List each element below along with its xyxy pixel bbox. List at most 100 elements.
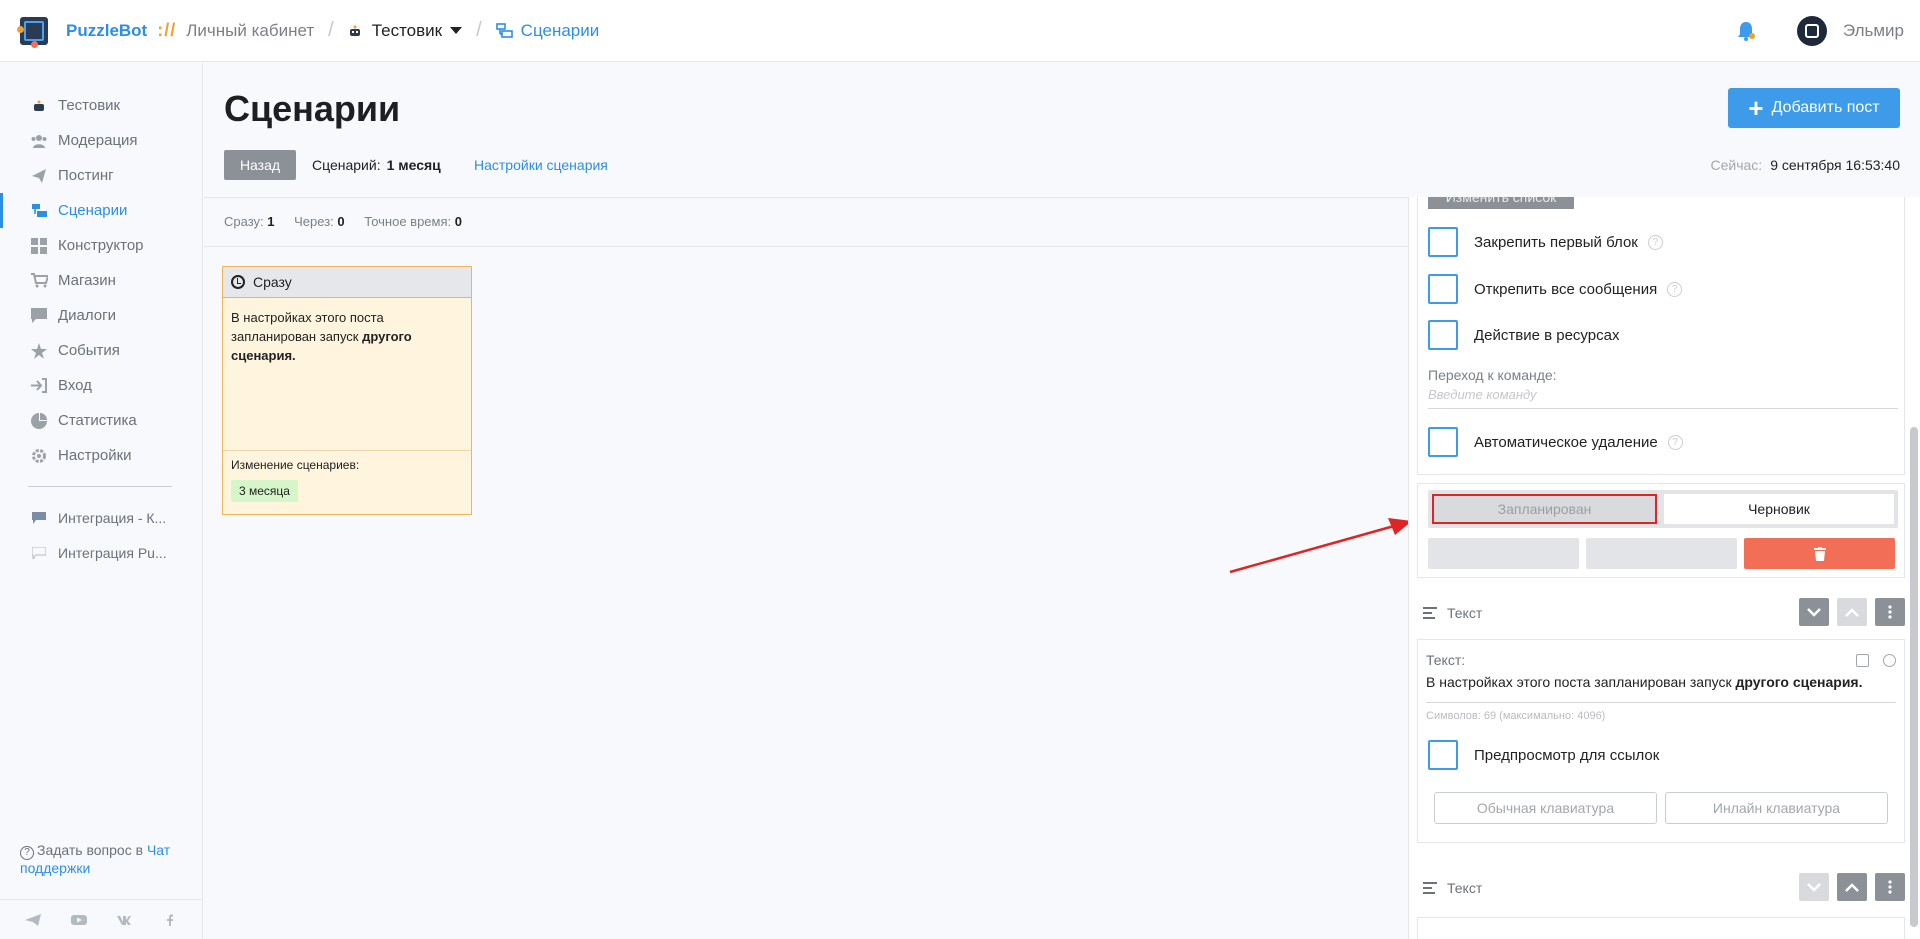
sidebar-item-constructor[interactable]: Конструктор [0,228,202,263]
post-card-change-label: Изменение сценариев: [231,458,360,472]
text-field-value[interactable]: В настройках этого поста запланирован за… [1426,674,1862,690]
add-post-button[interactable]: + Добавить пост [1728,88,1900,128]
resource-action-checkbox[interactable] [1428,320,1458,350]
sidebar-item-shop[interactable]: Магазин [0,263,202,298]
stat-immediate-value: 1 [267,214,275,229]
sidebar-item-label: Конструктор [58,237,144,254]
status-toggle: Запланирован Черновик [1428,490,1898,528]
avatar[interactable] [1796,16,1827,46]
post-options-box: Изменить список Закрепить первый блок ? … [1417,197,1905,475]
text-field-underline [1426,702,1896,703]
move-down-button[interactable] [1799,598,1829,626]
pin-first-row: Закрепить первый блок ? [1428,227,1663,257]
post-card-text: В настройках этого поста запланирован за… [223,298,471,451]
facebook-icon[interactable] [162,913,178,926]
unpin-all-label: Открепить все сообщения [1474,280,1658,298]
move-down-button[interactable] [1799,873,1829,901]
chevron-up-icon [1845,882,1859,892]
plus-icon: + [1748,93,1764,123]
youtube-icon[interactable] [70,914,87,926]
link-preview-checkbox[interactable] [1428,740,1458,770]
stat-exact-value: 0 [454,214,462,229]
username[interactable]: Эльмир [1843,21,1904,41]
scenario-badge[interactable]: 3 месяца [231,480,298,502]
align-left-icon [1423,882,1437,894]
sidebar-item-label: Постинг [58,167,114,184]
sidebar-item-moderation[interactable]: Модерация [0,123,202,158]
sidebar-item-statistics[interactable]: Статистика [0,403,202,438]
stat-after-value: 0 [337,214,345,229]
change-list-button[interactable]: Изменить список [1428,197,1574,209]
sidebar-item-testovik[interactable]: Тестовик [0,88,202,123]
help-icon[interactable]: ? [1647,234,1663,250]
sidebar-item-posting[interactable]: Постинг [0,158,202,193]
scenario-info: Сценарий: 1 месяц [312,157,441,173]
integration-icon [30,509,48,527]
sidebar-item-label: Диалоги [58,307,116,324]
inline-keyboard-button[interactable]: Инлайн клавиатура [1665,792,1888,824]
more-vertical-icon [1888,880,1892,894]
sidebar-item-scenarios[interactable]: Сценарии [0,193,202,228]
more-options-button[interactable] [1875,873,1905,901]
sidebar-item-label: Интеграция Pu... [58,544,167,561]
chevron-down-icon [1807,607,1821,617]
post-card-header: Сразу [223,267,471,298]
brand-separator: :// [157,20,177,40]
sidebar-item-label: Интеграция - К... [58,509,167,526]
post-card-text-plain: В настройках этого поста запланирован за… [231,310,384,344]
gear-icon [30,447,48,465]
scenario-settings-link[interactable]: Настройки сценария [474,157,608,173]
pin-first-checkbox[interactable] [1428,227,1458,257]
move-up-button[interactable] [1837,873,1867,901]
chevron-up-icon [1845,607,1859,617]
pin-first-label: Закрепить первый блок [1474,233,1638,251]
top-bar: PuzzleBot :// Личный кабинет / Тестовик … [0,0,1920,62]
post-card[interactable]: Сразу В настройках этого поста запланиро… [222,266,472,515]
brand-name[interactable]: PuzzleBot [66,21,147,41]
jump-command-input[interactable]: Введите команду [1428,387,1898,409]
help-icon[interactable]: ? [1667,281,1683,297]
status-planned-button[interactable]: Запланирован [1432,494,1657,524]
divider [204,197,1408,198]
more-options-button[interactable] [1875,598,1905,626]
scrollbar[interactable] [1910,427,1918,927]
sidebar-item-settings[interactable]: Настройки [0,438,202,473]
bell-icon[interactable] [1735,20,1757,42]
sidebar-item-dialogs[interactable]: Диалоги [0,298,202,333]
breadcrumb-scenarios[interactable]: Сценарии [495,21,599,41]
regular-keyboard-button[interactable]: Обычная клавиатура [1434,792,1657,824]
post-card-change: Изменение сценариев: 3 месяца [223,451,471,509]
back-button[interactable]: Назад [224,150,296,180]
more-vertical-icon [1888,605,1892,619]
text-field-bold: другого сценария. [1735,674,1863,690]
emoji-icon[interactable] [1883,654,1896,667]
sidebar-item-integration-2[interactable]: Интеграция Pu... [0,535,202,570]
help-icon[interactable]: ? [1667,434,1683,450]
sidebar-item-events[interactable]: События [0,333,202,368]
text-block-header: Текст [1423,598,1905,628]
action-button-2[interactable] [1586,538,1737,569]
telegram-icon[interactable] [24,913,41,926]
action-button-1[interactable] [1428,538,1579,569]
puzzlebot-logo-icon[interactable] [17,15,52,48]
delete-post-button[interactable] [1744,538,1895,569]
unpin-all-checkbox[interactable] [1428,274,1458,304]
move-up-button[interactable] [1837,598,1867,626]
post-card-title: Сразу [253,274,292,290]
char-counter: Символов: 69 (максимально: 4096) [1426,710,1606,722]
post-status-box: Запланирован Черновик [1417,483,1905,578]
auto-delete-checkbox[interactable] [1428,427,1458,457]
support-help: ? Задать вопрос в Чат поддержки [20,842,190,876]
text-block-body: Текст: В настройках этого поста запланир… [1417,639,1905,843]
resource-action-label: Действие в ресурсах [1474,326,1620,344]
status-draft-button[interactable]: Черновик [1664,494,1894,524]
sidebar-item-login[interactable]: Вход [0,368,202,403]
scenario-value: 1 месяц [386,157,441,173]
sidebar-item-integration-1[interactable]: Интеграция - К... [0,500,202,535]
stat-immediate-label: Сразу: [224,214,264,229]
bot-selector[interactable]: Тестовик [348,21,463,41]
breadcrumb-cabinet[interactable]: Личный кабинет [186,21,314,41]
text-block-body [1417,917,1905,939]
format-icon[interactable] [1856,654,1869,667]
vk-icon[interactable] [116,914,132,926]
